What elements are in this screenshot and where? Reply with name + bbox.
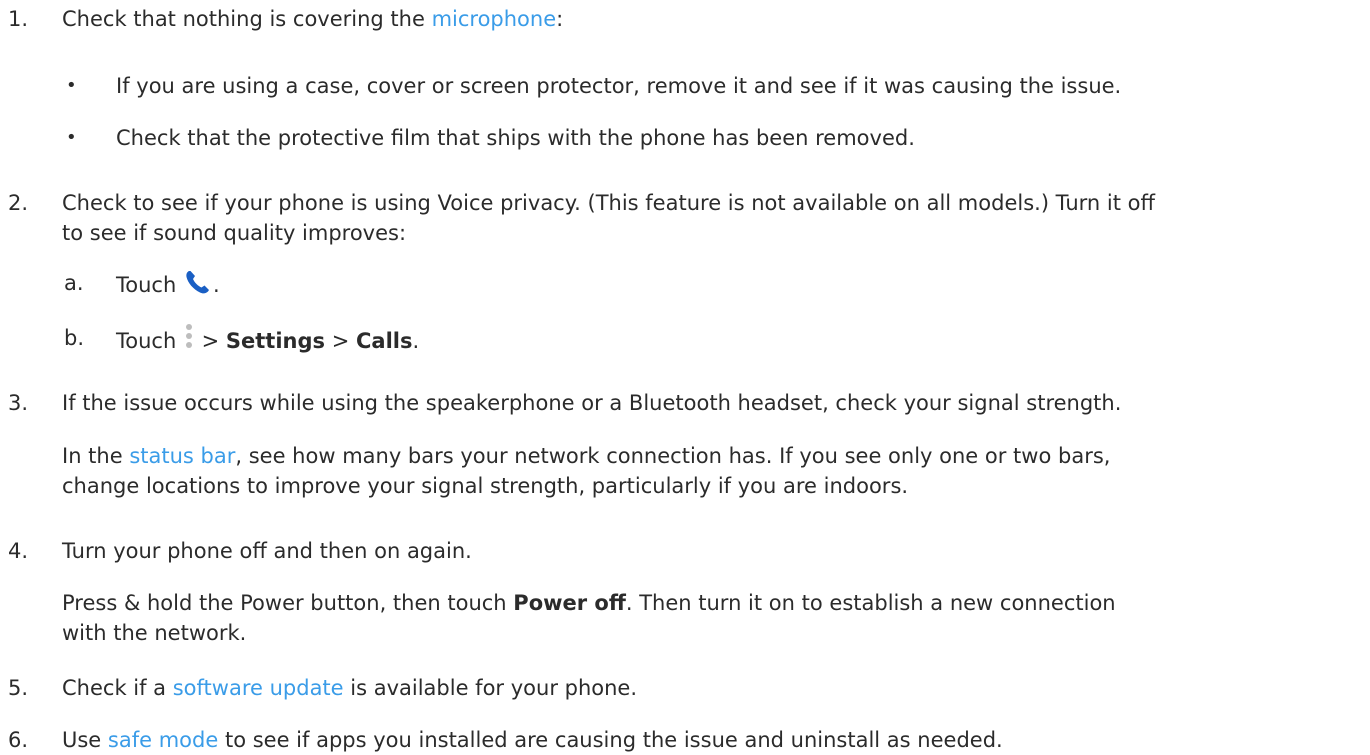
step-4-para-cont: with the network.	[0, 618, 1370, 648]
substep-text-pre: Touch	[116, 273, 183, 297]
step-2: 2. Check to see if your phone is using V…	[0, 188, 1370, 218]
substep-letter: a.	[64, 271, 84, 295]
step-text: to see if sound quality improves:	[62, 221, 407, 245]
step-1-bullet-1: • If you are using a case, cover or scre…	[0, 71, 1370, 101]
substep-letter: b.	[64, 326, 85, 350]
step-paragraph: with the network.	[62, 621, 247, 645]
status-bar-link[interactable]: status bar	[129, 444, 235, 468]
substep-text-post: .	[412, 329, 420, 353]
step-3-para-cont: change locations to improve your signal …	[0, 471, 1370, 501]
step-2a: a. Touch .	[0, 268, 1370, 300]
microphone-link[interactable]: microphone	[432, 7, 557, 31]
step-4: 4. Turn your phone off and then on again…	[0, 536, 1370, 566]
step-number: 1.	[8, 7, 29, 31]
more-vertical-icon	[183, 323, 195, 361]
paragraph-pre: Press & hold the Power button, then touc…	[62, 591, 514, 615]
step-text: Check to see if your phone is using Voic…	[62, 191, 1155, 215]
step-text-pre: Use	[62, 728, 108, 752]
paragraph-pre: In the	[62, 444, 130, 468]
substep-text-pre: Touch	[116, 329, 183, 353]
substep-text: Touch > Settings > Calls.	[116, 323, 419, 361]
substep-text-post: .	[212, 273, 220, 297]
step-number: 3.	[8, 391, 29, 415]
step-3: 3. If the issue occurs while using the s…	[0, 388, 1370, 418]
step-text: If the issue occurs while using the spea…	[62, 391, 1122, 415]
bullet-dot: •	[66, 75, 77, 96]
bullet-text: Check that the protective film that ship…	[116, 126, 915, 150]
phone-icon	[183, 268, 213, 304]
step-text-post: to see if apps you installed are causing…	[218, 728, 1003, 752]
step-text: Check that nothing is covering the micro…	[62, 4, 563, 34]
step-number: 5.	[8, 676, 29, 700]
step-2-cont: to see if sound quality improves:	[0, 218, 1370, 248]
step-number: 2.	[8, 191, 29, 215]
bullet-text: If you are using a case, cover or screen…	[116, 74, 1122, 98]
step-paragraph: Press & hold the Power button, then touc…	[62, 588, 1116, 618]
step-3-para: In the status bar, see how many bars you…	[0, 441, 1370, 471]
settings-label: Settings	[225, 329, 326, 353]
step-1-bullet-2: • Check that the protective film that sh…	[0, 123, 1370, 153]
calls-label: Calls	[355, 329, 413, 353]
menu-separator: >	[325, 329, 356, 353]
step-paragraph: In the status bar, see how many bars you…	[62, 441, 1110, 471]
step-text: Check if a software update is available …	[62, 673, 637, 703]
bullet-dot: •	[66, 127, 77, 148]
software-update-link[interactable]: software update	[173, 676, 344, 700]
step-text-post: is available for your phone.	[343, 676, 638, 700]
step-number: 4.	[8, 539, 29, 563]
step-text-pre: Check if a	[62, 676, 173, 700]
paragraph-post: , see how many bars your network connect…	[235, 444, 1111, 468]
step-paragraph: change locations to improve your signal …	[62, 474, 909, 498]
substep-text: Touch .	[116, 268, 220, 304]
step-text-pre: Check that nothing is covering the	[62, 7, 432, 31]
paragraph-post: . Then turn it on to establish a new con…	[625, 591, 1116, 615]
step-text: Turn your phone off and then on again.	[62, 539, 472, 563]
step-4-para: Press & hold the Power button, then touc…	[0, 588, 1370, 618]
safe-mode-link[interactable]: safe mode	[108, 728, 218, 752]
step-5: 5. Check if a software update is availab…	[0, 673, 1370, 703]
step-text-post: :	[556, 7, 564, 31]
power-off-label: Power off	[513, 591, 626, 615]
step-2b: b. Touch > Settings > Calls.	[0, 323, 1370, 353]
step-1: 1. Check that nothing is covering the mi…	[0, 4, 1370, 34]
troubleshooting-steps: 1. Check that nothing is covering the mi…	[0, 0, 1370, 752]
menu-separator: >	[194, 329, 226, 353]
